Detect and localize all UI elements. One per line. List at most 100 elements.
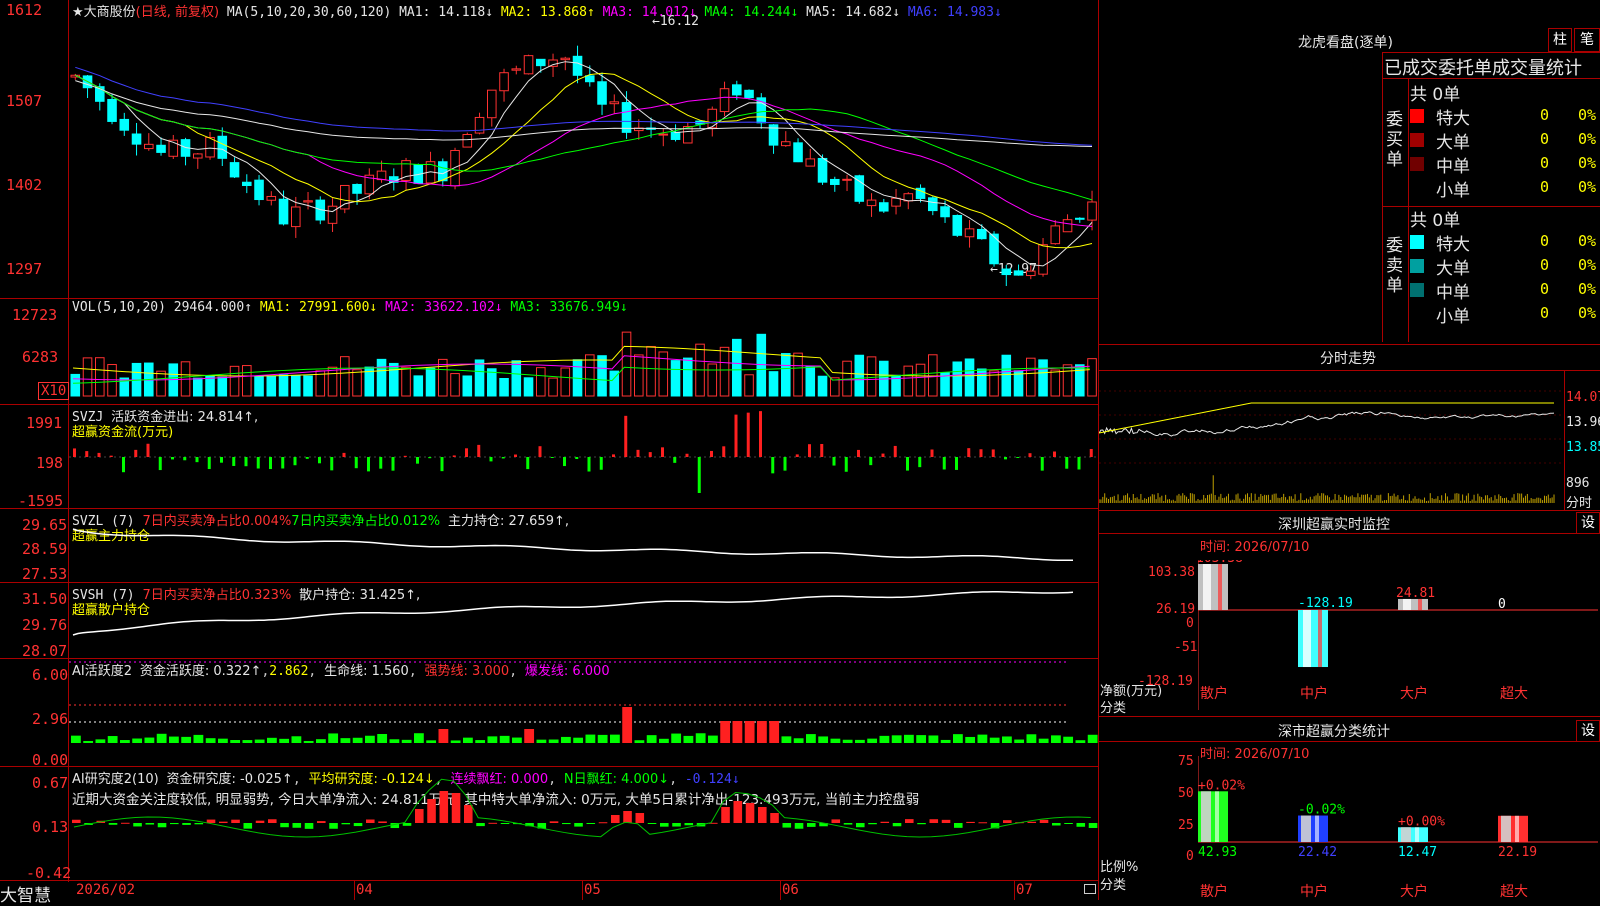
- intraday-title: 分时走势: [1320, 351, 1376, 367]
- order-percent: 0%: [1578, 106, 1597, 124]
- svzj-chart[interactable]: [69, 405, 1098, 508]
- flow-bar: [452, 455, 456, 457]
- flow-bar: [673, 457, 677, 463]
- candle: [1001, 268, 1012, 276]
- price-mode[interactable]: (日线, 前复权): [136, 5, 219, 20]
- candle: [793, 142, 803, 163]
- flow-bar: [820, 443, 824, 457]
- flow-bar: [477, 444, 481, 457]
- flow-bar: [367, 457, 370, 472]
- candle: [217, 135, 228, 159]
- candlestick-chart[interactable]: [69, 20, 1098, 298]
- research-bar: [402, 823, 412, 826]
- research-bar: [892, 823, 902, 827]
- sz-x-label: 分类: [1100, 701, 1127, 716]
- candle: [536, 58, 546, 67]
- research-bar: [1052, 823, 1061, 826]
- order-size-label: 特大: [1436, 235, 1470, 255]
- research-bar: [794, 823, 804, 829]
- activity-bar: [916, 735, 927, 743]
- class-bar-category: 大户: [1400, 883, 1428, 900]
- class-bar-pct: +0.00%: [1398, 814, 1445, 829]
- research-bar: [954, 823, 963, 828]
- order-percent: 0%: [1578, 130, 1597, 148]
- vol-label: VOL(5,10,20): [72, 300, 166, 315]
- lock-icon[interactable]: [1084, 884, 1096, 894]
- order-percent: 0%: [1578, 280, 1597, 298]
- volume-chart[interactable]: [69, 316, 1098, 398]
- activity-bar: [230, 740, 241, 743]
- main-tick-4: 1297: [6, 260, 43, 278]
- ai1-chart[interactable]: [69, 659, 1098, 766]
- ma-value: MA2: 13.868↑: [493, 5, 595, 20]
- activity-bar: [156, 733, 167, 743]
- activity-bar: [622, 707, 633, 743]
- svzl-chart[interactable]: [69, 509, 1098, 582]
- activity-bar: [316, 739, 326, 743]
- flow-bar: [832, 457, 836, 466]
- activity-bar: [181, 736, 192, 743]
- sz-monitor-title: 深圳超赢实时监控: [1278, 517, 1390, 533]
- order-percent: 0%: [1578, 256, 1597, 274]
- research-bar: [1003, 820, 1012, 823]
- activity-bar: [1051, 735, 1061, 743]
- activity-bar: [279, 738, 290, 743]
- volume-bar: [1026, 357, 1036, 397]
- tick-view-button[interactable]: 笔: [1574, 28, 1600, 52]
- candle: [266, 195, 277, 201]
- flow-bar: [330, 457, 334, 471]
- flow-bar: [122, 457, 125, 473]
- research-bar: [598, 822, 608, 824]
- activity-bar: [585, 734, 596, 743]
- stat-tabs[interactable]: 已成交委托单成交量统计: [1384, 54, 1582, 80]
- activity-bar: [205, 738, 216, 743]
- activity-bar: [365, 735, 375, 743]
- volume-bar: [670, 360, 681, 397]
- vol-tick-2: 6283: [22, 348, 59, 366]
- activity-bar: [426, 740, 437, 743]
- volume-bar: [217, 376, 228, 397]
- research-bar: [1088, 823, 1098, 828]
- volume-bar: [1001, 354, 1012, 397]
- activity-bar: [977, 734, 988, 743]
- candle: [511, 68, 522, 71]
- research-bar: [966, 821, 975, 823]
- flow-bar: [906, 457, 909, 471]
- class-bar-value: 22.42: [1298, 845, 1337, 860]
- flow-bar: [403, 455, 407, 457]
- cls-y-tick: 25: [1178, 818, 1194, 833]
- order-percent: 0%: [1578, 178, 1597, 196]
- lhb-title: 龙虎看盘(逐单): [1298, 35, 1393, 51]
- stock-title[interactable]: ★大商股份: [72, 5, 136, 20]
- research-bar: [856, 823, 865, 828]
- sz-bar: [1298, 610, 1328, 668]
- order-size-label: 中单: [1436, 157, 1470, 177]
- activity-bar: [144, 737, 155, 743]
- sz-monitor-chart[interactable]: 103.38 散户 -128.19 中户 24.81 大户 0 超大: [1198, 560, 1600, 712]
- sz-settings-button[interactable]: 设: [1576, 512, 1600, 534]
- sz-bar-value: 103.38: [1198, 560, 1243, 566]
- activity-bar: [536, 739, 547, 743]
- bar-view-button[interactable]: 柱: [1548, 28, 1572, 52]
- sz-class-chart[interactable]: +0.02% 42.93 散户 -0.02% 22.42 中户 +0.00% 12.47 大户 2…: [1198, 756, 1600, 900]
- flow-bar: [795, 454, 799, 457]
- ai2-chart[interactable]: [69, 767, 1098, 880]
- volume-bar: [511, 360, 522, 397]
- volume-bar: [450, 373, 460, 397]
- flow-bar: [73, 448, 76, 457]
- intraday-chart[interactable]: [1099, 371, 1564, 509]
- activity-bar: [487, 736, 498, 743]
- activity-bar: [561, 736, 571, 743]
- volume-bar: [1062, 364, 1073, 397]
- sz-class-settings-button[interactable]: 设: [1576, 720, 1600, 742]
- svsh-chart[interactable]: [69, 583, 1098, 658]
- flow-bar: [967, 448, 971, 457]
- candle: [719, 88, 730, 113]
- cls-y-tick: 0: [1186, 849, 1194, 864]
- order-size-label: 大单: [1436, 259, 1470, 279]
- research-bar: [415, 809, 424, 823]
- activity-bar: [1026, 734, 1037, 743]
- volume-bar: [805, 366, 816, 397]
- research-bar: [733, 801, 743, 823]
- candle: [156, 144, 166, 153]
